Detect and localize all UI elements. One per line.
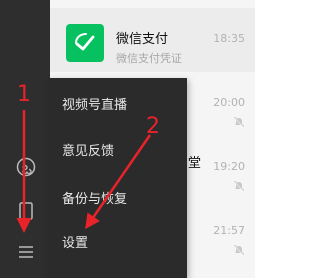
phone-icon[interactable] — [15, 200, 37, 222]
menu-item-backup-restore[interactable]: 备份与恢复 — [48, 184, 187, 216]
chat-time: 18:35 — [213, 32, 245, 45]
menu-icon[interactable] — [15, 241, 37, 263]
menu-item-channels-live[interactable]: 视频号直播 — [48, 90, 187, 122]
chat-name: 微信支付 — [116, 32, 169, 47]
wechat-pay-avatar — [66, 24, 104, 62]
chat-time: 20:00 — [213, 96, 245, 109]
wechat-pay-icon — [75, 33, 95, 51]
chat-item-wechat-pay[interactable]: 微信支付 微信支付凭证 18:35 — [50, 8, 255, 72]
callout-number: 2 — [146, 114, 160, 139]
mute-icon — [233, 244, 245, 256]
menu-item-settings[interactable]: 设置 — [48, 228, 187, 260]
mute-icon — [233, 116, 245, 128]
chat-time: 21:57 — [213, 224, 245, 237]
chat-time: 19:20 — [213, 160, 245, 173]
more-menu: 视频号直播 意见反馈 备份与恢复 设置 — [48, 78, 187, 278]
menu-item-feedback[interactable]: 意见反馈 — [48, 136, 187, 168]
mute-icon — [233, 180, 245, 192]
chat-preview: 微信支付凭证 — [116, 52, 182, 65]
chat-name-fragment: 堂 — [188, 156, 202, 171]
sidebar — [0, 0, 50, 278]
callout-number: 1 — [17, 82, 31, 107]
mini-program-icon[interactable] — [15, 156, 37, 178]
